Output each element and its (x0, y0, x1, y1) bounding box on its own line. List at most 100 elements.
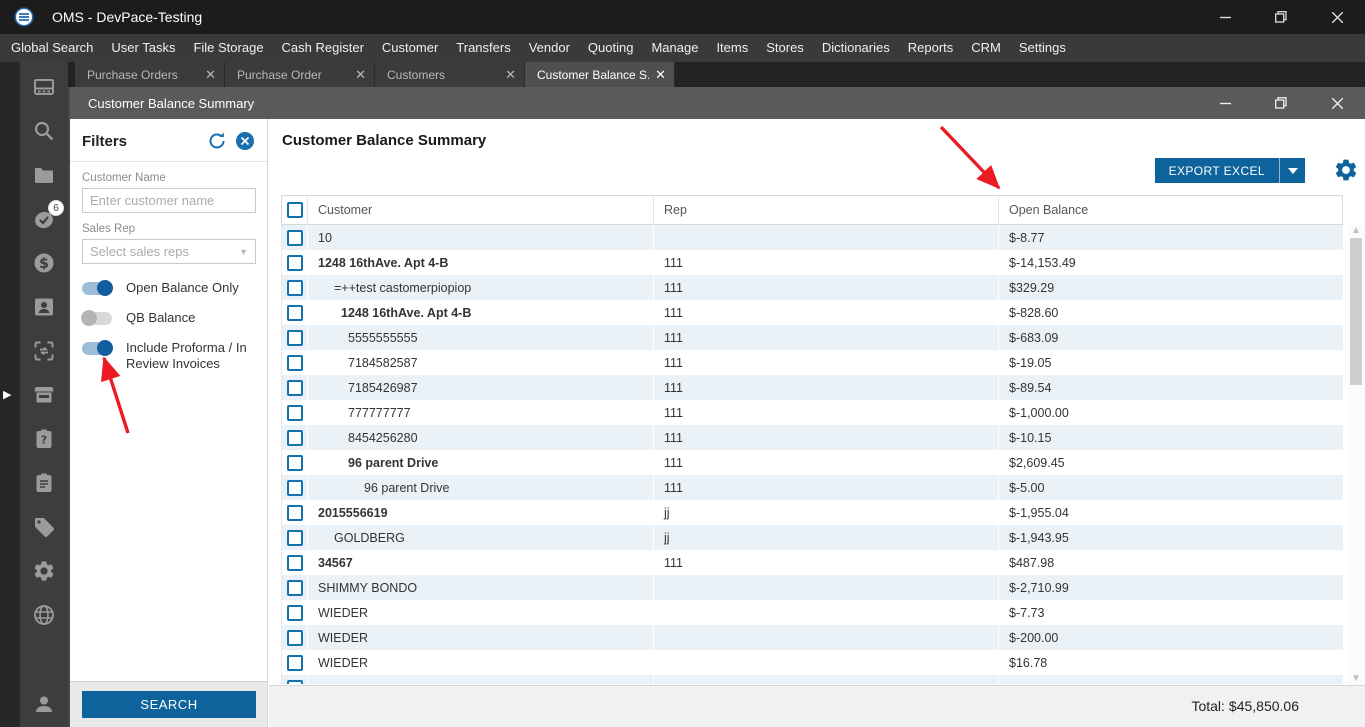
menu-item-crm[interactable]: CRM (962, 34, 1010, 62)
table-row[interactable]: WIEDER $-7.73 (282, 600, 1343, 625)
tab-customers[interactable]: Customers ✕ (375, 62, 525, 87)
table-row[interactable]: 34567 111 $487.98 (282, 550, 1343, 575)
menu-item-stores[interactable]: Stores (757, 34, 813, 62)
scrollbar-thumb[interactable] (1350, 238, 1362, 385)
toggle-include-proforma-in-review-invoices[interactable] (82, 340, 113, 356)
finance-icon[interactable]: $ (32, 251, 56, 275)
clear-filters-icon[interactable] (235, 131, 255, 151)
row-checkbox[interactable] (286, 454, 303, 471)
tag-icon[interactable] (32, 515, 56, 539)
inner-close-button[interactable] (1309, 87, 1365, 119)
search-icon[interactable] (32, 119, 56, 143)
row-checkbox[interactable] (286, 404, 303, 421)
search-button[interactable]: SEARCH (82, 691, 256, 718)
row-checkbox[interactable] (286, 279, 303, 296)
table-row[interactable]: GOLDBERG jj $-1,943.95 (282, 525, 1343, 550)
restore-button[interactable] (1253, 0, 1309, 34)
inner-restore-button[interactable] (1253, 87, 1309, 119)
menu-item-cash-register[interactable]: Cash Register (273, 34, 373, 62)
tab-purchase-orders[interactable]: Purchase Orders ✕ (75, 62, 225, 87)
contacts-icon[interactable] (32, 295, 56, 319)
menu-item-dictionaries[interactable]: Dictionaries (813, 34, 899, 62)
scan-icon[interactable] (32, 339, 56, 363)
menu-item-settings[interactable]: Settings (1010, 34, 1075, 62)
row-checkbox[interactable] (286, 604, 303, 621)
table-row[interactable]: SHIMMY BONDO $-2,710.99 (282, 575, 1343, 600)
tasks-icon[interactable]: 6 (32, 200, 64, 231)
row-checkbox[interactable] (286, 654, 303, 671)
row-checkbox[interactable] (286, 504, 303, 521)
row-checkbox[interactable] (286, 429, 303, 446)
help-clipboard-icon[interactable]: ? (32, 427, 56, 451)
table-row[interactable]: 777777777 111 $-1,000.00 (282, 400, 1343, 425)
globe-icon[interactable] (32, 603, 56, 627)
dashboard-icon[interactable] (32, 75, 56, 99)
menu-item-global-search[interactable]: Global Search (2, 34, 102, 62)
menu-item-transfers[interactable]: Transfers (447, 34, 519, 62)
inner-minimize-button[interactable] (1197, 87, 1253, 119)
row-checkbox[interactable] (286, 629, 303, 646)
row-checkbox[interactable] (286, 679, 303, 684)
toggle-open-balance-only[interactable] (82, 280, 113, 296)
row-checkbox[interactable] (286, 329, 303, 346)
table-row[interactable]: 8454256280 111 $-10.15 (282, 425, 1343, 450)
vertical-scrollbar[interactable]: ▲ ▼ (1348, 225, 1364, 685)
folder-icon[interactable] (32, 163, 56, 187)
table-row[interactable]: 5555555555 111 $-683.09 (282, 325, 1343, 350)
tab-customer-balance-s[interactable]: Customer Balance S... ✕ (525, 62, 675, 87)
toggle-qb-balance[interactable] (81, 310, 112, 326)
menu-item-reports[interactable]: Reports (899, 34, 963, 62)
sales-rep-select[interactable]: Select sales reps ▼ (82, 239, 256, 264)
column-header-customer[interactable]: Customer (308, 196, 654, 224)
menu-item-user-tasks[interactable]: User Tasks (102, 34, 184, 62)
row-checkbox[interactable] (286, 479, 303, 496)
tab-close-icon[interactable]: ✕ (505, 67, 516, 83)
table-row[interactable]: 10 $-8.77 (282, 225, 1343, 250)
table-row[interactable]: WIEDER $-200.00 (282, 625, 1343, 650)
column-header-rep[interactable]: Rep (654, 196, 999, 224)
clipboard-icon[interactable] (32, 471, 56, 495)
row-checkbox[interactable] (286, 379, 303, 396)
select-all-checkbox[interactable] (286, 202, 303, 218)
table-row[interactable]: 96 parent Drive 111 $2,609.45 (282, 450, 1343, 475)
row-checkbox[interactable] (286, 254, 303, 271)
menu-item-items[interactable]: Items (707, 34, 757, 62)
sidebar-item-user[interactable] (20, 692, 68, 727)
grid-settings-gear-icon[interactable] (1333, 157, 1359, 183)
table-row[interactable]: 96 parent Drive 111 $-5.00 (282, 475, 1343, 500)
tab-close-icon[interactable]: ✕ (355, 67, 366, 83)
table-row[interactable]: 1248 16thAve. Apt 4-B 111 $-14,153.49 (282, 250, 1343, 275)
table-row[interactable]: WIEDER $16.78 (282, 650, 1343, 675)
store-icon[interactable] (32, 383, 56, 407)
export-dropdown-button[interactable] (1279, 158, 1305, 183)
menu-item-manage[interactable]: Manage (642, 34, 707, 62)
menu-item-vendor[interactable]: Vendor (520, 34, 579, 62)
tab-purchase-order[interactable]: Purchase Order ✕ (225, 62, 375, 87)
scroll-down-icon[interactable]: ▼ (1351, 674, 1361, 684)
scroll-up-icon[interactable]: ▲ (1351, 226, 1361, 236)
row-checkbox[interactable] (286, 554, 303, 571)
table-row[interactable]: =++test castomerpiopiop 111 $329.29 (282, 275, 1343, 300)
row-checkbox[interactable] (286, 229, 303, 246)
menu-item-file-storage[interactable]: File Storage (184, 34, 272, 62)
menu-item-quoting[interactable]: Quoting (579, 34, 643, 62)
row-checkbox[interactable] (286, 579, 303, 596)
expand-arrow-icon[interactable]: ▶ (3, 388, 11, 401)
close-button[interactable] (1309, 0, 1365, 34)
row-checkbox[interactable] (286, 529, 303, 546)
export-excel-button[interactable]: EXPORT EXCEL (1154, 158, 1279, 183)
row-checkbox[interactable] (286, 304, 303, 321)
menu-item-customer[interactable]: Customer (373, 34, 447, 62)
tab-close-icon[interactable]: ✕ (205, 67, 216, 83)
refresh-filters-icon[interactable] (207, 131, 227, 151)
settings-icon[interactable] (32, 559, 56, 583)
row-checkbox[interactable] (286, 354, 303, 371)
column-header-open-balance[interactable]: Open Balance (999, 196, 1344, 224)
table-row-partial[interactable] (282, 675, 1343, 684)
table-row[interactable]: 1248 16thAve. Apt 4-B 111 $-828.60 (282, 300, 1343, 325)
table-row[interactable]: 7184582587 111 $-19.05 (282, 350, 1343, 375)
customer-name-input[interactable] (82, 188, 256, 213)
table-row[interactable]: 2015556619 jj $-1,955.04 (282, 500, 1343, 525)
minimize-button[interactable] (1197, 0, 1253, 34)
tab-close-icon[interactable]: ✕ (655, 67, 666, 83)
